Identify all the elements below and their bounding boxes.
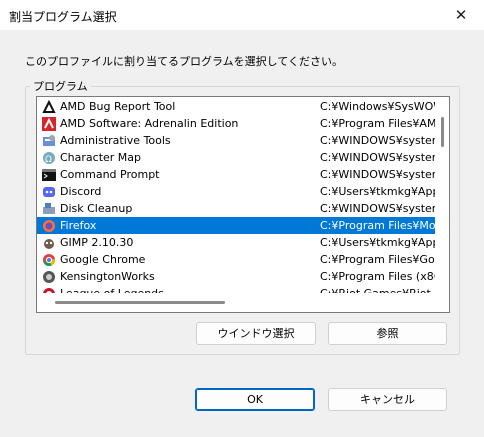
- command-prompt-icon: [42, 168, 56, 182]
- horizontal-scrollbar[interactable]: [37, 295, 449, 312]
- program-name: GIMP 2.10.30: [60, 236, 134, 249]
- group-label: プログラム: [30, 78, 91, 94]
- program-path: C:¥WINDOWS¥system: [320, 168, 435, 181]
- discord-icon: [42, 185, 56, 199]
- program-list[interactable]: AMD Bug Report Tool C:¥Windows¥SysWOW AMD …: [36, 96, 450, 313]
- program-row[interactable]: KensingtonWorks C:¥Program Files (x86): [37, 268, 435, 285]
- program-path: C:¥Program Files¥Mozi: [320, 219, 435, 232]
- league-icon: [42, 287, 56, 293]
- program-path: C:¥WINDOWS¥system: [320, 134, 435, 147]
- program-path: C:¥Program Files¥AMD: [320, 117, 435, 130]
- program-name: Administrative Tools: [60, 134, 171, 147]
- program-name: Google Chrome: [60, 253, 146, 266]
- program-row[interactable]: Command Prompt C:¥WINDOWS¥system: [37, 166, 435, 183]
- ok-button[interactable]: OK: [195, 388, 315, 411]
- program-row[interactable]: Discord C:¥Users¥tkmkg¥AppD: [37, 183, 435, 200]
- close-icon[interactable]: ✕: [438, 0, 484, 30]
- program-path: C:¥Program Files (x86): [320, 270, 435, 283]
- program-name: KensingtonWorks: [60, 270, 155, 283]
- browse-button[interactable]: 参照: [328, 322, 447, 345]
- program-row[interactable]: League of Legends C:¥Riot Games¥Riot Cl: [37, 285, 435, 293]
- program-name: Character Map: [60, 151, 142, 164]
- program-path: C:¥Program Files¥Goog: [320, 253, 435, 266]
- program-name: League of Legends: [60, 287, 164, 293]
- program-row[interactable]: GIMP 2.10.30 C:¥Users¥tkmkg¥AppD: [37, 234, 435, 251]
- amd-red-icon: [42, 116, 56, 131]
- program-row[interactable]: AMD Software: Adrenalin Edition C:¥Progra…: [37, 115, 435, 132]
- program-name: AMD Software: Adrenalin Edition: [60, 117, 239, 130]
- cancel-button[interactable]: キャンセル: [328, 388, 447, 411]
- program-name: Discord: [60, 185, 102, 198]
- program-row[interactable]: Administrative Tools C:¥WINDOWS¥system: [37, 132, 435, 149]
- chrome-icon: [42, 253, 56, 267]
- admin-tools-icon: [42, 134, 56, 148]
- program-row[interactable]: Ω Character Map C:¥WINDOWS¥system: [37, 149, 435, 166]
- vertical-scroll-thumb[interactable]: [441, 117, 444, 147]
- program-row[interactable]: Google Chrome C:¥Program Files¥Goog: [37, 251, 435, 268]
- program-name: AMD Bug Report Tool: [60, 100, 176, 113]
- program-list-rows: AMD Bug Report Tool C:¥Windows¥SysWOW AMD …: [37, 97, 435, 293]
- vertical-scrollbar[interactable]: [437, 97, 449, 293]
- window-select-button[interactable]: ウインドウ選択: [196, 322, 316, 345]
- program-path: C:¥Users¥tkmkg¥AppD: [320, 236, 435, 249]
- svg-text:Ω: Ω: [45, 155, 52, 165]
- amd-icon: [42, 99, 56, 114]
- window-title: 割当プログラム選択: [9, 10, 117, 24]
- program-path: C:¥Users¥tkmkg¥AppD: [320, 185, 435, 198]
- title-bar: 割当プログラム選択 ✕: [0, 0, 484, 30]
- program-name: Firefox: [60, 219, 97, 232]
- character-map-icon: Ω: [42, 151, 56, 165]
- program-path: C:¥Windows¥SysWOW: [320, 100, 435, 113]
- instruction-text: このプロファイルに割り当てるプログラムを選択してください。: [25, 55, 344, 68]
- program-path: C:¥WINDOWS¥system: [320, 202, 435, 215]
- program-row[interactable]: AMD Bug Report Tool C:¥Windows¥SysWOW: [37, 98, 435, 115]
- disk-cleanup-icon: [42, 202, 56, 216]
- gimp-icon: [42, 236, 56, 250]
- kensington-icon: [42, 270, 56, 284]
- program-row[interactable]: Firefox C:¥Program Files¥Mozi: [37, 217, 435, 234]
- firefox-icon: [42, 219, 56, 233]
- horizontal-scroll-thumb[interactable]: [55, 301, 225, 304]
- program-row[interactable]: Disk Cleanup C:¥WINDOWS¥system: [37, 200, 435, 217]
- program-name: Command Prompt: [60, 168, 160, 181]
- program-path: C:¥Riot Games¥Riot Cl: [320, 287, 435, 293]
- program-path: C:¥WINDOWS¥system: [320, 151, 435, 164]
- program-name: Disk Cleanup: [60, 202, 133, 215]
